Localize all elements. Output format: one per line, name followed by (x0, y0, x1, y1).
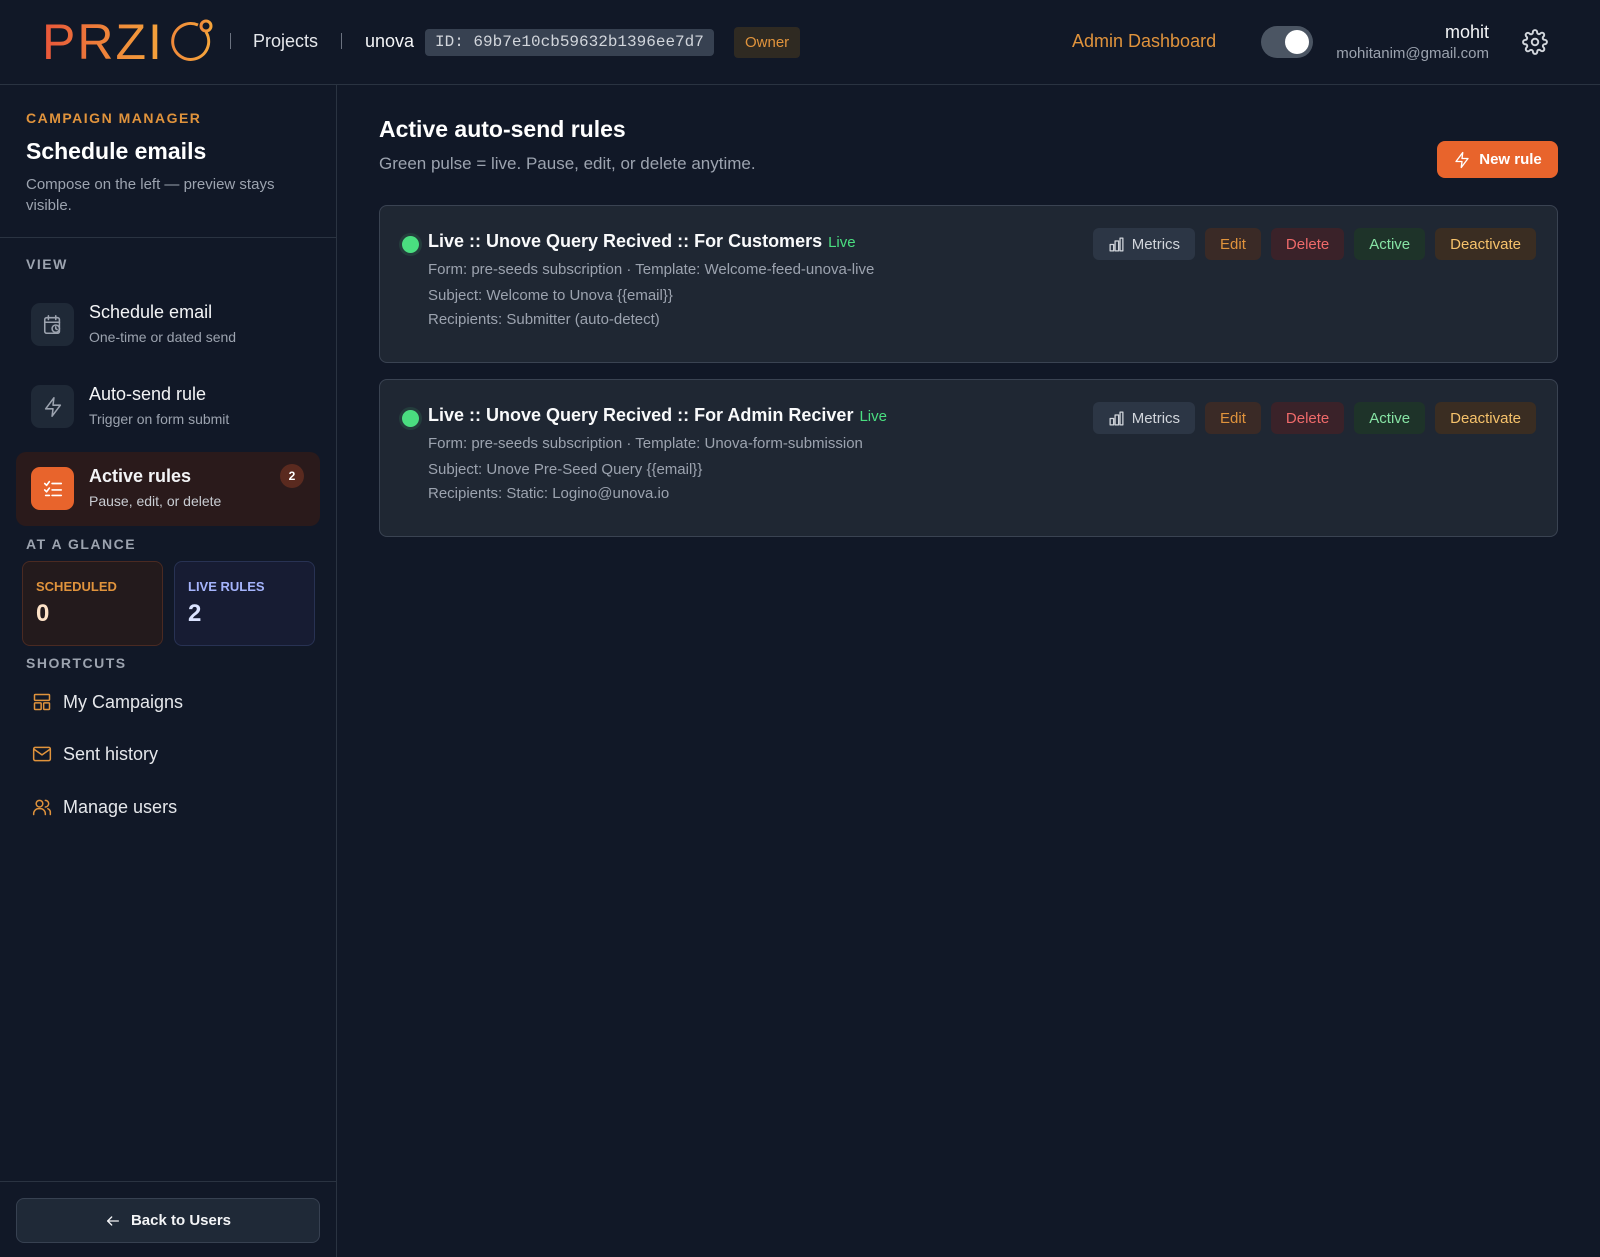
delete-button[interactable]: Delete (1270, 228, 1345, 260)
rule-actions: Metrics Edit Delete Active Deactivate (1092, 402, 1536, 434)
rule-title: Live :: Unove Query Recived :: For Admin… (428, 405, 887, 426)
rule-recipients: Recipients: Submitter (auto-detect) (428, 311, 660, 328)
sidebar-eyebrow: CAMPAIGN MANAGER (26, 110, 202, 126)
deactivate-button[interactable]: Deactivate (1435, 228, 1536, 260)
rule-card: Live :: Unove Query Recived :: For Custo… (379, 205, 1558, 363)
bar-chart-icon (1109, 236, 1124, 252)
logo-mark-icon (171, 19, 213, 61)
toggle-knob (1285, 30, 1309, 54)
active-button[interactable]: Active (1354, 402, 1426, 434)
edit-button[interactable]: Edit (1205, 402, 1261, 434)
view-section-label: VIEW (26, 256, 68, 272)
metrics-label: Metrics (1131, 235, 1181, 253)
sidebar-item-subtitle: One-time or dated send (89, 329, 237, 345)
lightning-icon (31, 385, 74, 428)
header-divider (341, 33, 342, 49)
glance-section-label: AT A GLANCE (26, 536, 137, 552)
count-badge: 2 (280, 464, 304, 488)
bar-chart-icon (1109, 410, 1124, 426)
role-badge: Owner (734, 27, 801, 58)
theme-toggle[interactable] (1261, 26, 1313, 58)
current-project[interactable]: unova (365, 31, 414, 52)
sidebar-item-schedule-email[interactable]: Schedule email One-time or dated send (16, 288, 320, 362)
rule-title-text: Live :: Unove Query Recived :: For Custo… (428, 231, 823, 251)
sidebar-item-title: Schedule email (89, 302, 213, 322)
rule-form-template: Form: pre-seeds subscription · Template:… (428, 435, 863, 452)
stat-value: 0 (36, 600, 50, 627)
stat-label: LIVE RULES (188, 579, 265, 594)
rule-actions: Metrics Edit Delete Active Deactivate (1092, 228, 1536, 260)
live-tag: Live (859, 408, 887, 425)
layout-icon (33, 693, 51, 711)
sidebar-item-active-rules[interactable]: Active rules Pause, edit, or delete 2 (16, 452, 320, 526)
deactivate-button[interactable]: Deactivate (1435, 402, 1536, 434)
shortcut-label: My Campaigns (63, 691, 184, 712)
user-email: mohitanim@gmail.com (1336, 45, 1489, 62)
header-divider (230, 33, 231, 49)
sidebar: CAMPAIGN MANAGER Schedule emails Compose… (0, 85, 337, 1257)
back-to-users-button[interactable]: Back to Users (16, 1198, 320, 1243)
stat-value: 2 (188, 600, 202, 627)
logo-wordmark: PRZI (42, 14, 164, 70)
projects-link[interactable]: Projects (253, 31, 318, 52)
new-rule-button[interactable]: New rule (1437, 141, 1558, 178)
users-icon (32, 799, 52, 816)
shortcut-label: Sent history (63, 743, 159, 764)
rule-recipients: Recipients: Static: Logino@unova.io (428, 485, 670, 502)
active-button[interactable]: Active (1354, 228, 1426, 260)
metrics-label: Metrics (1131, 409, 1181, 427)
live-status-dot (402, 410, 419, 427)
shortcut-manage-users[interactable]: Manage users (32, 794, 177, 820)
sidebar-item-title: Auto-send rule (89, 384, 207, 404)
live-tag: Live (828, 234, 856, 251)
checklist-icon (31, 467, 74, 510)
admin-dashboard-link[interactable]: Admin Dashboard (1072, 31, 1216, 52)
metrics-button[interactable]: Metrics (1092, 228, 1196, 260)
new-rule-label: New rule (1479, 151, 1542, 168)
shortcut-my-campaigns[interactable]: My Campaigns (32, 689, 183, 715)
sidebar-item-subtitle: Trigger on form submit (89, 411, 230, 427)
sidebar-item-subtitle: Pause, edit, or delete (89, 493, 222, 509)
user-name: mohit (1444, 22, 1489, 42)
mail-icon (32, 746, 52, 762)
sidebar-description: Compose on the left — preview stays visi… (26, 176, 275, 214)
sidebar-divider (0, 237, 336, 238)
gear-icon[interactable] (1522, 29, 1548, 55)
user-menu[interactable]: mohit mohitanim@gmail.com (1336, 21, 1489, 65)
page-subtitle: Green pulse = live. Pause, edit, or dele… (379, 154, 756, 173)
project-id-chip[interactable]: ID: 69b7e10cb59632b1396ee7d7 (425, 29, 714, 56)
scheduled-stat-card: SCHEDULED 0 (22, 561, 163, 646)
rule-form-template: Form: pre-seeds subscription · Template:… (428, 261, 875, 278)
edit-button[interactable]: Edit (1205, 228, 1261, 260)
calendar-clock-icon (31, 303, 74, 346)
stat-label: SCHEDULED (36, 579, 117, 594)
live-rules-stat-card: LIVE RULES 2 (174, 561, 315, 646)
metrics-button[interactable]: Metrics (1092, 402, 1196, 434)
live-status-dot (402, 236, 419, 253)
shortcuts-section-label: SHORTCUTS (26, 655, 127, 671)
sidebar-bottom-divider (0, 1181, 336, 1182)
rule-subject: Subject: Unove Pre-Seed Query {{email}} (428, 461, 703, 478)
rule-subject: Subject: Welcome to Unova {{email}} (428, 287, 673, 304)
shortcut-sent-history[interactable]: Sent history (32, 741, 158, 767)
shortcut-label: Manage users (63, 796, 178, 817)
app-logo[interactable]: PRZI (42, 14, 214, 70)
back-button-label: Back to Users (130, 1212, 232, 1229)
rule-title-text: Live :: Unove Query Recived :: For Admin… (428, 405, 854, 425)
rule-card: Live :: Unove Query Recived :: For Admin… (379, 379, 1558, 537)
sidebar-item-auto-send-rule[interactable]: Auto-send rule Trigger on form submit (16, 370, 320, 444)
sidebar-item-title: Active rules (89, 466, 192, 486)
top-header: PRZI Projects unova ID: 69b7e10cb59632b1… (0, 0, 1600, 85)
rule-title: Live :: Unove Query Recived :: For Custo… (428, 231, 856, 252)
page-title: Active auto-send rules (379, 116, 626, 142)
sidebar-title: Schedule emails (26, 138, 207, 164)
lightning-icon (1455, 151, 1469, 168)
delete-button[interactable]: Delete (1270, 402, 1345, 434)
arrow-left-icon (106, 1215, 119, 1226)
